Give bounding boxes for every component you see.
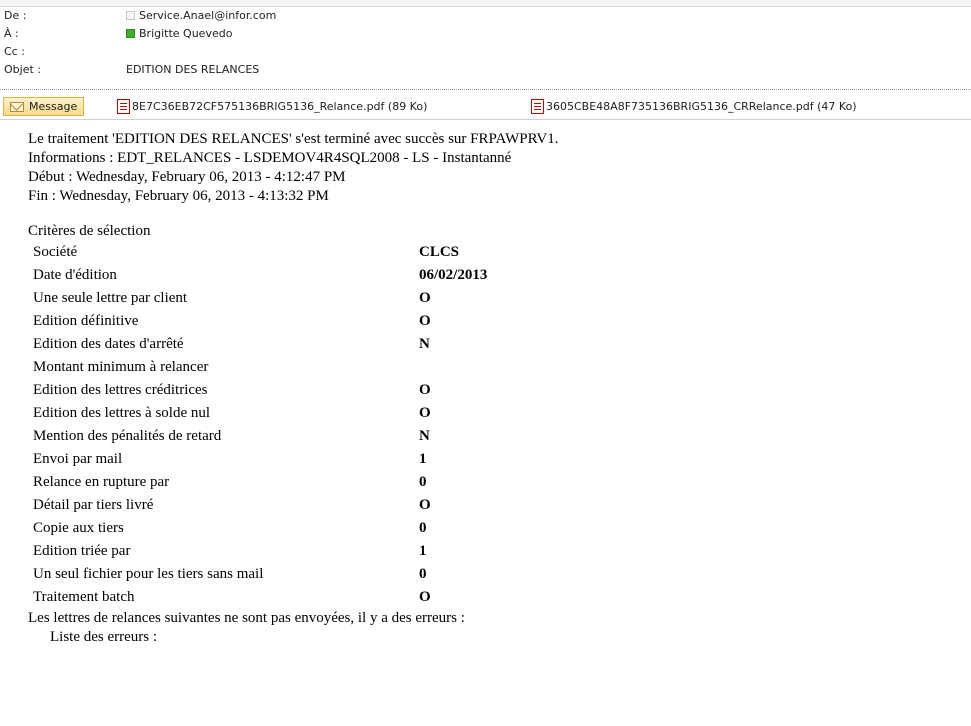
message-tab-label: Message <box>29 100 78 113</box>
criteria-value: N <box>419 428 430 444</box>
criteria-row: Un seul fichier pour les tiers sans mail… <box>28 563 958 586</box>
criteria-label: Edition des lettres créditrices <box>33 382 208 398</box>
to-row: À : Brigitte Quevedo <box>0 25 971 42</box>
body-line-start: Début : Wednesday, February 06, 2013 - 4… <box>28 169 346 185</box>
errors-line: Les lettres de relances suivantes ne son… <box>28 610 465 626</box>
criteria-label: Traitement batch <box>33 589 135 605</box>
criteria-value: 0 <box>419 520 427 536</box>
criteria-row: Société CLCS <box>28 241 958 264</box>
attachment-name: 8E7C36EB72CF575136BRIG5136_Relance.pdf (… <box>132 100 428 113</box>
attachment-relance[interactable]: 8E7C36EB72CF575136BRIG5136_Relance.pdf (… <box>117 98 427 115</box>
criteria-row: Edition triée par 1 <box>28 540 958 563</box>
criteria-label: Un seul fichier pour les tiers sans mail <box>33 566 264 582</box>
errors-list-label: Liste des erreurs : <box>50 629 158 645</box>
subject-row: Objet : EDITION DES RELANCES <box>0 61 971 78</box>
pdf-icon <box>531 99 544 114</box>
criteria-row: Edition définitive O <box>28 310 958 333</box>
to-label: À : <box>4 27 19 40</box>
body-line-end: Fin : Wednesday, February 06, 2013 - 4:1… <box>28 188 329 204</box>
from-row: De : Service.Anael@infor.com <box>0 7 971 24</box>
criteria-value: 1 <box>419 451 427 467</box>
message-body: Le traitement 'EDITION DES RELANCES' s'e… <box>28 130 958 647</box>
criteria-label: Montant minimum à relancer <box>33 359 209 375</box>
attachment-bar: Message 8E7C36EB72CF575136BRIG5136_Relan… <box>0 95 971 120</box>
criteria-value: O <box>419 405 431 421</box>
criteria-row: Envoi par mail 1 <box>28 448 958 471</box>
attachment-name: 3605CBE48A8F735136BRIG5136_CRRelance.pdf… <box>546 100 857 113</box>
criteria-row: Détail par tiers livré O <box>28 494 958 517</box>
criteria-row: Edition des dates d'arrêté N <box>28 333 958 356</box>
criteria-value: CLCS <box>419 244 460 260</box>
criteria-label: Détail par tiers livré <box>33 497 154 513</box>
criteria-label: Envoi par mail <box>33 451 123 467</box>
subject-value: EDITION DES RELANCES <box>126 63 260 76</box>
to-value: Brigitte Quevedo <box>139 27 233 40</box>
subject-label: Objet : <box>4 63 41 76</box>
criteria-value: N <box>419 336 430 352</box>
window-top-edge <box>0 0 971 7</box>
criteria-label: Date d'édition <box>33 267 117 283</box>
criteria-value: 0 <box>419 474 427 490</box>
criteria-label: Copie aux tiers <box>33 520 124 536</box>
criteria-value: 06/02/2013 <box>419 267 488 283</box>
criteria-table: Société CLCS Date d'édition 06/02/2013 Une… <box>28 241 958 609</box>
criteria-label: Edition triée par <box>33 543 131 559</box>
pdf-icon <box>117 99 130 114</box>
criteria-title: Critères de sélection <box>28 223 151 239</box>
body-line-status: Le traitement 'EDITION DES RELANCES' s'e… <box>28 131 559 147</box>
criteria-row: Relance en rupture par 0 <box>28 471 958 494</box>
presence-icon <box>126 11 135 20</box>
body-line-info: Informations : EDT_RELANCES - LSDEMOV4R4… <box>28 150 512 166</box>
from-label: De : <box>4 9 27 22</box>
cc-label: Cc : <box>4 45 25 58</box>
criteria-value: 1 <box>419 543 427 559</box>
criteria-label: Edition des dates d'arrêté <box>33 336 184 352</box>
criteria-row: Edition des lettres à solde nul O <box>28 402 958 425</box>
criteria-value: O <box>419 382 431 398</box>
cc-row: Cc : <box>0 43 971 60</box>
criteria-value: 0 <box>419 566 427 582</box>
message-tab[interactable]: Message <box>3 97 85 116</box>
criteria-value: O <box>419 589 431 605</box>
attachment-crrelance[interactable]: 3605CBE48A8F735136BRIG5136_CRRelance.pdf… <box>531 98 857 115</box>
criteria-label: Relance en rupture par <box>33 474 170 490</box>
criteria-row: Mention des pénalités de retard N <box>28 425 958 448</box>
criteria-label: Edition des lettres à solde nul <box>33 405 211 421</box>
from-value: Service.Anael@infor.com <box>139 9 277 22</box>
to-field[interactable]: Brigitte Quevedo <box>126 27 232 40</box>
criteria-value: O <box>419 497 431 513</box>
criteria-value: O <box>419 313 431 329</box>
message-header: De : Service.Anael@infor.com À : Brigitt… <box>0 7 971 93</box>
criteria-row: Copie aux tiers 0 <box>28 517 958 540</box>
criteria-row: Traitement batch O <box>28 586 958 609</box>
criteria-label: Société <box>33 244 78 260</box>
criteria-row: Date d'édition 06/02/2013 <box>28 264 958 287</box>
criteria-row: Edition des lettres créditrices O <box>28 379 958 402</box>
envelope-icon <box>10 101 24 112</box>
presence-online-icon <box>126 29 135 38</box>
from-field[interactable]: Service.Anael@infor.com <box>126 9 276 22</box>
header-divider <box>0 89 971 90</box>
criteria-label: Mention des pénalités de retard <box>33 428 222 444</box>
criteria-row: Une seule lettre par client O <box>28 287 958 310</box>
criteria-label: Edition définitive <box>33 313 139 329</box>
criteria-row: Montant minimum à relancer <box>28 356 958 379</box>
criteria-value: O <box>419 290 431 306</box>
criteria-label: Une seule lettre par client <box>33 290 188 306</box>
